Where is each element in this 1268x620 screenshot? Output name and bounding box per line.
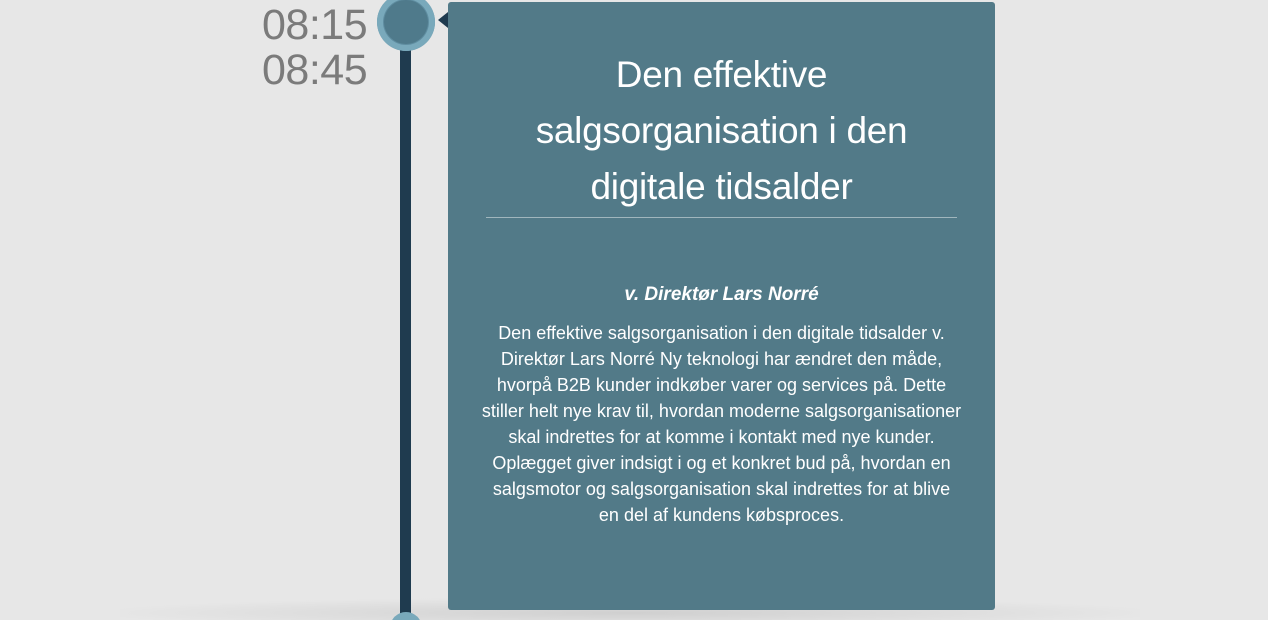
session-card: Den effektive salgsorganisation i den di…	[448, 2, 995, 610]
agenda-page: 08:15 08:45 Den effektive salgsorganisat…	[0, 0, 1268, 620]
session-start-time: 08:15	[262, 1, 368, 49]
timeline-line	[400, 24, 411, 620]
circle-marker-icon	[377, 0, 435, 51]
session-description: Den effektive salgsorganisation i den di…	[481, 323, 962, 525]
session-title: Den effektive salgsorganisation i den di…	[535, 54, 908, 207]
session-end-time: 08:45	[262, 46, 368, 94]
triangle-pointer-icon	[438, 12, 448, 28]
speaker-name: v. Direktør Lars Norré	[624, 284, 819, 305]
title-divider	[486, 217, 957, 218]
